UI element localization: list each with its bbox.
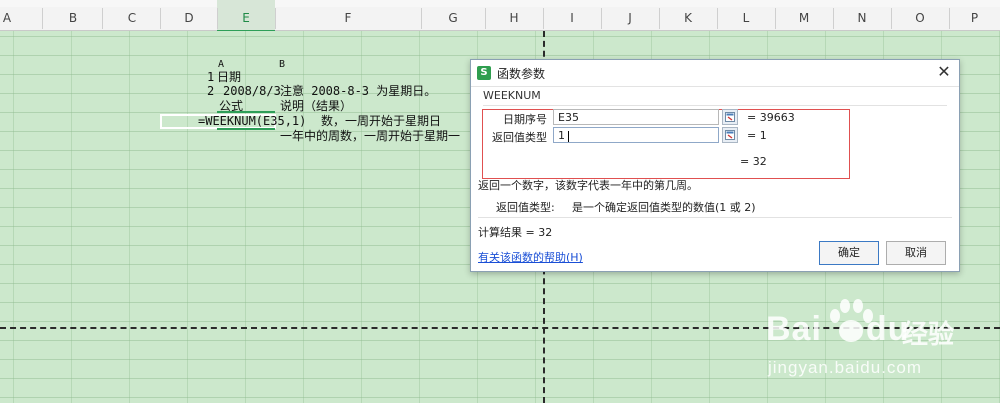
row-number-1: 1 xyxy=(207,70,215,84)
cell-date-heading[interactable]: 日期 xyxy=(217,70,241,85)
paw-icon xyxy=(830,299,873,342)
cancel-button[interactable]: 取消 xyxy=(886,241,946,265)
collapse-dialog-button[interactable] xyxy=(722,109,738,125)
calculation-result: 计算结果 = 32 xyxy=(478,226,553,239)
ok-button[interactable]: 确定 xyxy=(819,241,879,265)
wps-logo-icon: S xyxy=(477,66,491,80)
range-select-icon xyxy=(725,112,735,122)
dialog-title: 函数参数 xyxy=(497,67,546,81)
column-header-m[interactable]: M xyxy=(775,8,833,28)
return-type-input[interactable]: 1 xyxy=(553,127,719,143)
return-type-value: 1 xyxy=(558,129,565,142)
arg-label-serial-date: 日期序号 xyxy=(503,113,547,126)
cell-formula[interactable]: =WEEKNUM(E35,1) xyxy=(198,114,306,129)
watermark-url: jingyan.baidu.com xyxy=(768,358,923,377)
column-header-bar: A B C D E F G H I J K L M N O P xyxy=(0,0,1000,32)
baidu-jingyan-watermark: Bai du 经验 jingyan.baidu.com xyxy=(760,296,992,386)
header-top-strip xyxy=(0,0,1000,7)
arg-help-label: 返回值类型: xyxy=(496,201,555,214)
function-name: WEEKNUM xyxy=(483,89,541,102)
column-header-l[interactable]: L xyxy=(717,8,775,28)
column-header-k[interactable]: K xyxy=(659,8,717,28)
column-header-b[interactable]: B xyxy=(44,8,102,28)
cell-result-desc-1[interactable]: 数，一周开始于星期日 xyxy=(321,114,441,129)
column-header-a[interactable]: A xyxy=(0,8,14,28)
section-divider xyxy=(478,217,952,218)
column-header-p[interactable]: P xyxy=(949,8,1000,28)
serial-date-value: E35 xyxy=(558,111,579,124)
arg-result-serial-date: = 39663 xyxy=(747,111,795,124)
section-divider xyxy=(483,105,947,106)
arg-label-return-type: 返回值类型 xyxy=(492,131,547,144)
column-header-i[interactable]: I xyxy=(543,8,601,28)
cell-underline xyxy=(217,128,275,130)
column-header-e[interactable]: E xyxy=(217,8,275,28)
cell-underline xyxy=(217,111,275,113)
serial-date-input[interactable]: E35 xyxy=(553,109,719,125)
arg-help-text: 是一个确定返回值类型的数值(1 或 2) xyxy=(572,201,756,214)
cell-date-value[interactable]: 2008/8/3 xyxy=(223,84,281,99)
row-number-2: 2 xyxy=(207,84,215,98)
collapse-dialog-button[interactable] xyxy=(722,127,738,143)
function-description: 返回一个数字，该数字代表一年中的第几周。 xyxy=(478,179,698,192)
close-icon[interactable]: ✕ xyxy=(935,63,953,81)
column-divider xyxy=(42,8,43,29)
column-header-f[interactable]: F xyxy=(275,8,421,28)
function-help-link[interactable]: 有关该函数的帮助(H) xyxy=(478,249,583,265)
cell-description-label[interactable]: 说明（结果） xyxy=(280,99,352,114)
arg-result-return-type: = 1 xyxy=(747,129,767,142)
column-header-j[interactable]: J xyxy=(601,8,659,28)
column-header-o[interactable]: O xyxy=(891,8,949,28)
watermark-brand-head: Bai xyxy=(766,310,822,348)
column-header-n[interactable]: N xyxy=(833,8,891,28)
cell-result-desc-2[interactable]: 一年中的周数，一周开始于星期一 xyxy=(280,129,460,144)
watermark-brand-cn: 经验 xyxy=(902,320,955,350)
column-header-c[interactable]: C xyxy=(103,8,161,28)
range-select-icon xyxy=(725,130,735,140)
dialog-title-bar[interactable]: S 函数参数 ✕ xyxy=(471,60,959,87)
formula-result: = 32 xyxy=(740,155,767,168)
column-header-d[interactable]: D xyxy=(161,8,217,28)
text-cursor xyxy=(568,130,569,142)
cell-date-note[interactable]: 注意 2008-8-3 为星期日。 xyxy=(280,84,436,99)
pasted-header-b: B xyxy=(279,59,286,70)
function-arguments-dialog: S 函数参数 ✕ WEEKNUM 日期序号 E35 = 39663 返回值类型 … xyxy=(470,59,960,272)
column-header-g[interactable]: G xyxy=(421,8,485,28)
column-header-h[interactable]: H xyxy=(485,8,543,28)
